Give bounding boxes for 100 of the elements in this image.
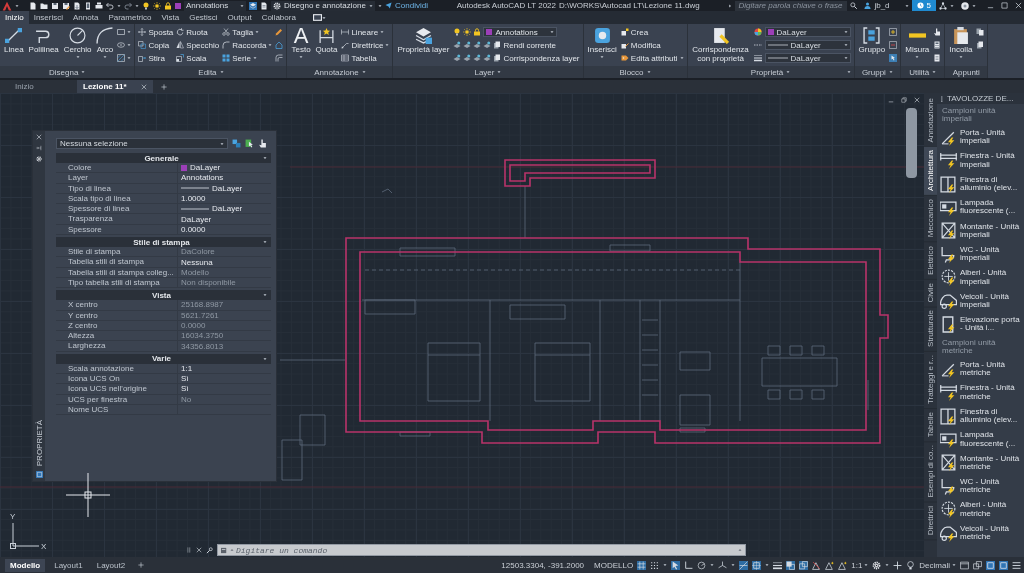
- ribbon-button[interactable]: Cerchio: [62, 24, 93, 66]
- palette-tab[interactable]: Tratteggi e r...: [924, 352, 937, 410]
- triangle-slash-icon[interactable]: [812, 560, 822, 570]
- tool-button[interactable]: Edita attributi: [620, 53, 684, 63]
- property-field[interactable]: 1.0000: [177, 193, 271, 204]
- printer-icon[interactable]: [95, 1, 103, 10]
- lock-icon[interactable]: [164, 1, 172, 10]
- plus-icon[interactable]: [893, 560, 903, 570]
- workspace-dropdown[interactable]: Disegno e annotazione: [271, 0, 375, 11]
- ring-icon[interactable]: [961, 1, 969, 10]
- pin-arrows-icon[interactable]: [36, 145, 42, 151]
- lock-icon[interactable]: [473, 28, 482, 36]
- tool-button[interactable]: Ruota: [176, 27, 220, 37]
- menu-icon[interactable]: [1012, 560, 1021, 570]
- tool-button[interactable]: [753, 27, 762, 37]
- ribbon-button[interactable]: Misura: [904, 24, 931, 66]
- palette-tool[interactable]: Montante - Unità metriche: [939, 451, 1024, 475]
- close-icon[interactable]: [196, 547, 202, 553]
- panel-title-button[interactable]: Proprietà: [687, 66, 854, 78]
- property-field[interactable]: DaLayer: [177, 163, 271, 173]
- grip-lines-icon[interactable]: [186, 547, 192, 553]
- property-field[interactable]: Sì: [177, 374, 271, 384]
- property-field[interactable]: DaLayer: [177, 183, 271, 193]
- tool-button[interactable]: [117, 40, 132, 50]
- command-input[interactable]: Digitare un comando: [236, 545, 736, 555]
- close-icon[interactable]: [914, 97, 920, 103]
- palette-tool[interactable]: Porta - Unità imperiali: [939, 125, 1024, 149]
- panel-title-button[interactable]: Appunti: [945, 66, 988, 78]
- palette-tool[interactable]: WC - Unità metriche: [939, 474, 1024, 499]
- iso-lines-icon[interactable]: [718, 560, 728, 570]
- document-tab[interactable]: Inizio: [0, 80, 77, 93]
- tool-button[interactable]: [976, 40, 985, 50]
- palette-tab[interactable]: Direttrici: [924, 502, 937, 541]
- settings-icon[interactable]: [36, 156, 42, 162]
- ribbon-tab[interactable]: Output: [222, 11, 257, 24]
- tool-button[interactable]: [275, 27, 284, 37]
- panel-title-button[interactable]: Annotazione: [287, 66, 393, 78]
- palette-tool[interactable]: Elevazione porta - Unità i...: [939, 312, 1024, 337]
- palette-tool[interactable]: Veicoli - Unità metriche: [939, 521, 1024, 545]
- units-dropdown[interactable]: Decimali: [919, 560, 956, 570]
- tool-button[interactable]: Stira: [138, 53, 174, 63]
- redo-arrow-icon[interactable]: [124, 1, 132, 10]
- ribbon-button[interactable]: Arco: [95, 24, 115, 66]
- tool-button[interactable]: [753, 53, 762, 63]
- panel-title-button[interactable]: Disegna: [0, 66, 135, 78]
- polar-circle-icon[interactable]: [697, 560, 707, 570]
- panel-title-button[interactable]: Gruppi: [854, 66, 901, 78]
- dot-grid-icon[interactable]: [650, 560, 660, 570]
- palette-tool[interactable]: Finestra - Unità metriche: [939, 381, 1024, 405]
- window-panel-icon[interactable]: [960, 560, 969, 570]
- ribbon-button[interactable]: Polilinea: [27, 24, 60, 66]
- tool-button[interactable]: Raccorda: [222, 40, 273, 50]
- tool-button[interactable]: Serie: [222, 53, 273, 63]
- tool-button[interactable]: Scala: [176, 53, 220, 63]
- tool-button[interactable]: Crea: [620, 27, 684, 37]
- ribbon-button[interactable]: Inserisci: [586, 24, 618, 66]
- ribbon-tab[interactable]: Parametrico: [103, 11, 157, 24]
- palette-tool[interactable]: Finestra - Unità imperiali: [939, 149, 1024, 173]
- tool-button[interactable]: [117, 53, 132, 63]
- layer-dropdown[interactable]: Annotations: [483, 27, 558, 37]
- close-icon[interactable]: [36, 134, 42, 140]
- line-dropdown[interactable]: DaLayer: [764, 53, 851, 63]
- property-field[interactable]: 0.0000: [177, 224, 271, 235]
- tool-button[interactable]: [117, 27, 132, 37]
- stacked-sheets-icon[interactable]: [249, 1, 257, 10]
- layout-tab[interactable]: Modello: [5, 558, 46, 572]
- ribbon-button[interactable]: Corrispondenza con proprietà: [690, 24, 751, 66]
- palette-tool[interactable]: Lampada fluorescente (...: [939, 195, 1024, 220]
- tool-button[interactable]: Specchio: [176, 40, 220, 50]
- palette-tool[interactable]: WC - Unità imperiali: [939, 242, 1024, 266]
- thick-lines-icon[interactable]: [773, 560, 783, 570]
- logo-icon[interactable]: [2, 0, 12, 11]
- property-field[interactable]: Annotations: [177, 173, 271, 183]
- ortho-l-icon[interactable]: [684, 560, 694, 570]
- tool-button[interactable]: Copia: [138, 40, 174, 50]
- ribbon-tab[interactable]: Annota: [68, 11, 104, 24]
- ribbon-button[interactable]: A Testo: [290, 24, 312, 66]
- plus-icon[interactable]: [160, 83, 167, 90]
- double-square-icon[interactable]: [786, 560, 796, 570]
- palette-tool[interactable]: Finestra di alluminio (elev...: [939, 404, 1024, 428]
- maximize-icon[interactable]: [1001, 2, 1008, 9]
- sun-icon[interactable]: [463, 28, 472, 36]
- folder-icon[interactable]: [40, 1, 48, 10]
- panel-title-button[interactable]: Blocco: [583, 66, 687, 78]
- tracking-lines-icon[interactable]: [739, 560, 749, 570]
- tool-button[interactable]: [976, 27, 985, 37]
- target-square-icon[interactable]: [752, 560, 762, 570]
- screen-icon[interactable]: [312, 13, 322, 22]
- file-arrow-icon[interactable]: [73, 1, 81, 10]
- palette-tool[interactable]: Alberi - Unità imperiali: [939, 265, 1024, 290]
- overlapping-squares-icon[interactable]: [973, 560, 982, 570]
- ribbon-button[interactable]: Proprietà layer: [396, 24, 451, 66]
- tool-button[interactable]: Direttrice: [341, 40, 390, 50]
- section-header[interactable]: Generale: [56, 153, 271, 163]
- document-icon[interactable]: [260, 1, 268, 10]
- tool-button[interactable]: Modifica: [620, 40, 684, 50]
- sheet-cursor-icon[interactable]: [245, 139, 254, 148]
- ribbon-tab[interactable]: Gestisci: [184, 11, 223, 24]
- search-icon[interactable]: [850, 2, 858, 9]
- plus-icon[interactable]: [138, 562, 145, 568]
